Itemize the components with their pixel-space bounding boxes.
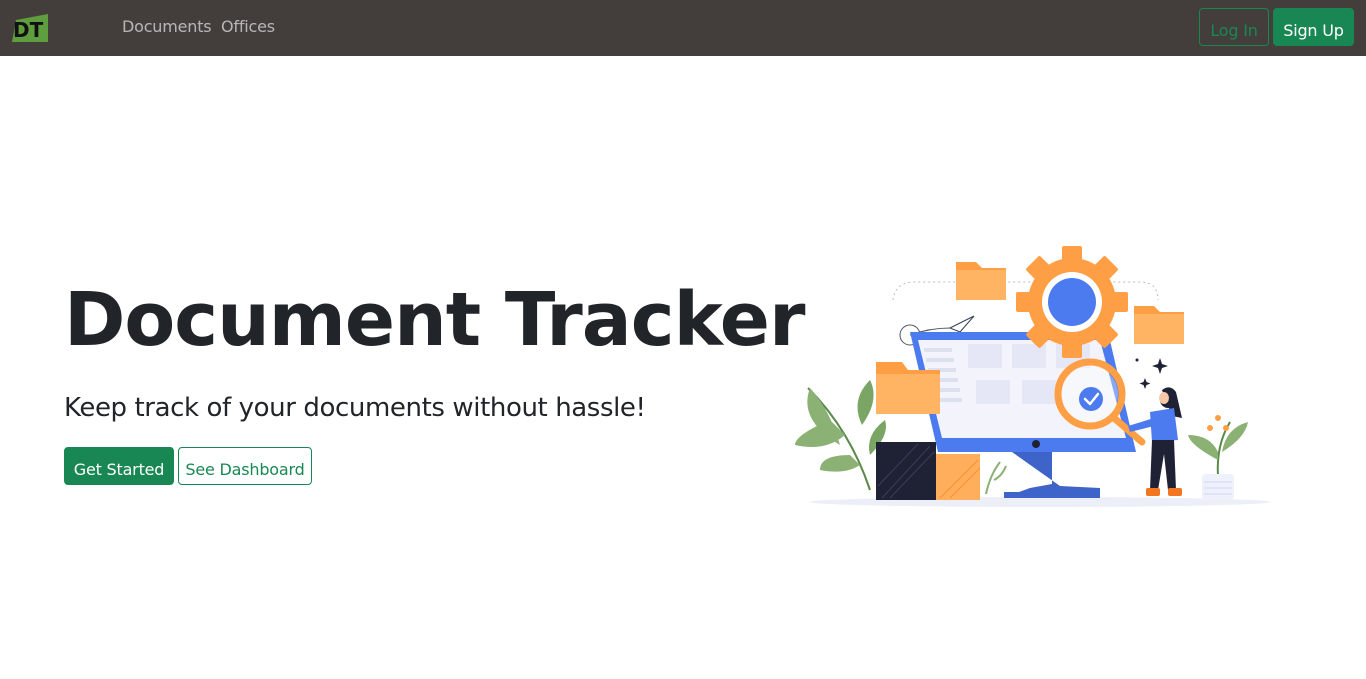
- check-icon: [1079, 387, 1103, 411]
- folder-icon: [956, 262, 1006, 300]
- dt-logo-icon: DT: [12, 14, 48, 42]
- orange-box: [936, 454, 981, 500]
- login-button[interactable]: Log In: [1199, 8, 1269, 46]
- right-plant: [1188, 415, 1248, 500]
- gear-icon: [1016, 246, 1128, 358]
- paper-plane-icon: [948, 315, 975, 333]
- see-dashboard-button[interactable]: See Dashboard: [178, 447, 312, 485]
- nav-link-offices[interactable]: Offices: [221, 17, 275, 37]
- hero-subtitle: Keep track of your documents without has…: [64, 393, 646, 423]
- navbar: DT Documents Offices Log In Sign Up: [0, 0, 1366, 56]
- nav-link-documents[interactable]: Documents: [122, 17, 212, 37]
- hero-illustration: [790, 240, 1280, 512]
- person: [1128, 387, 1182, 496]
- brand-logo[interactable]: DT: [12, 14, 48, 42]
- hero-title: Document Tracker: [64, 277, 805, 363]
- folder-icon: [1134, 306, 1184, 344]
- signup-button[interactable]: Sign Up: [1273, 8, 1354, 46]
- dark-box: [876, 442, 936, 500]
- sparkle-icon: [1135, 358, 1168, 389]
- get-started-button[interactable]: Get Started: [64, 447, 174, 485]
- left-plant: [795, 380, 886, 491]
- svg-text:DT: DT: [13, 18, 44, 42]
